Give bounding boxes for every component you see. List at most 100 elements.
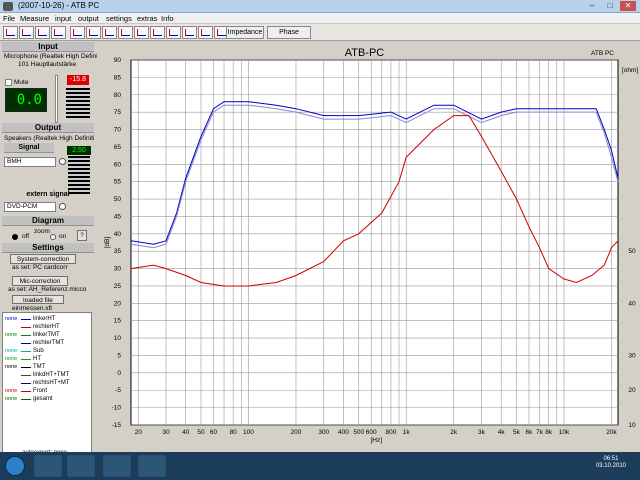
graph-view-5-icon[interactable] bbox=[150, 26, 165, 39]
taskbar-folder-icon[interactable] bbox=[34, 455, 62, 477]
measure-icon[interactable] bbox=[70, 26, 85, 39]
menu-bar: File Measure input output settings extra… bbox=[0, 13, 640, 24]
legend-item[interactable]: none gesamt bbox=[3, 396, 93, 403]
legend-label: TMT bbox=[33, 364, 46, 370]
mic-correction-value: as set: AH_Referenz.micco bbox=[8, 286, 87, 293]
legend-label: Front bbox=[33, 388, 48, 394]
menu-info[interactable]: Info bbox=[161, 14, 174, 23]
legend-state: none bbox=[5, 388, 18, 394]
y-axis-label: [dB] bbox=[104, 237, 111, 249]
plot-area bbox=[130, 59, 619, 426]
legend-swatch bbox=[21, 375, 31, 376]
y-tick-label: 0 bbox=[117, 370, 121, 377]
start-button[interactable] bbox=[5, 456, 25, 476]
minimize-button[interactable]: – bbox=[584, 1, 600, 11]
zoom-on-radio[interactable] bbox=[50, 234, 56, 240]
legend-swatch bbox=[21, 327, 31, 328]
extern-signal-radio[interactable] bbox=[59, 203, 66, 210]
signal-radio[interactable] bbox=[59, 158, 66, 165]
legend-item[interactable]: none Sub bbox=[3, 348, 93, 355]
input-device[interactable]: Microphone (Realtek High Defini bbox=[4, 53, 98, 60]
system-correction-value: as set: PC cardcorr bbox=[12, 264, 68, 271]
close-button[interactable]: ✕ bbox=[620, 1, 636, 11]
maximize-button[interactable]: □ bbox=[602, 1, 618, 11]
legend-item[interactable]: none TMT bbox=[3, 364, 93, 371]
legend-label: linkerHT bbox=[33, 316, 56, 322]
y-tick-label: 80 bbox=[114, 92, 122, 99]
graph-view-4-icon[interactable] bbox=[134, 26, 149, 39]
legend-item[interactable]: rechterTMT bbox=[3, 340, 93, 347]
legend-item[interactable]: rechtsHT+MT bbox=[3, 380, 93, 387]
legend-swatch bbox=[21, 351, 31, 352]
zoom-off-radio[interactable] bbox=[12, 234, 18, 240]
loaded-file-button[interactable]: loaded file bbox=[12, 295, 64, 304]
input-gain-slider[interactable] bbox=[66, 88, 90, 118]
menu-measure[interactable]: Measure bbox=[20, 14, 49, 23]
menu-file[interactable]: File bbox=[3, 14, 15, 23]
legend-item[interactable]: none Front bbox=[3, 388, 93, 395]
x-tick-label: 300 bbox=[318, 429, 329, 436]
open-icon[interactable] bbox=[19, 26, 34, 39]
mute-checkbox[interactable] bbox=[5, 79, 12, 86]
legend-item[interactable]: none linkerTMT bbox=[3, 332, 93, 339]
y-tick-label: 35 bbox=[114, 248, 122, 255]
phase-button[interactable]: Phase bbox=[267, 26, 311, 39]
y-tick-label: 5 bbox=[117, 352, 121, 359]
graph-view-1-icon[interactable] bbox=[86, 26, 101, 39]
zoom-label: zoom bbox=[34, 228, 50, 235]
legend-swatch bbox=[21, 319, 31, 320]
print-icon[interactable] bbox=[51, 26, 66, 39]
new-icon[interactable] bbox=[3, 26, 18, 39]
graph-view-7-icon[interactable] bbox=[182, 26, 197, 39]
legend-item[interactable]: linkdHT+TMT bbox=[3, 372, 93, 379]
y-tick-label: 75 bbox=[114, 109, 122, 116]
help-button[interactable]: ? bbox=[77, 230, 87, 241]
menu-settings[interactable]: settings bbox=[106, 14, 132, 23]
output-device[interactable]: Speakers (Realtek High Definiti bbox=[4, 135, 94, 142]
x-axis-label: [Hz] bbox=[370, 437, 382, 444]
x-tick-label: 6k bbox=[526, 429, 534, 436]
right-tick-label: 40 bbox=[628, 300, 636, 307]
menu-input[interactable]: input bbox=[55, 14, 71, 23]
toolbar: Impedance Phase bbox=[0, 24, 640, 41]
menu-extras[interactable]: extras bbox=[137, 14, 157, 23]
legend-item[interactable]: none HT bbox=[3, 356, 93, 363]
y-tick-label: 55 bbox=[114, 179, 122, 186]
legend-label: gesamt bbox=[33, 396, 53, 402]
taskbar-atb-icon[interactable] bbox=[103, 455, 131, 477]
mute-label: Mute bbox=[14, 79, 29, 86]
clock-time: 06:51 bbox=[603, 456, 619, 462]
legend-swatch bbox=[21, 367, 31, 368]
legend-item[interactable]: rechterHT bbox=[3, 324, 93, 331]
y-tick-label: 85 bbox=[114, 74, 122, 81]
save-icon[interactable] bbox=[35, 26, 50, 39]
legend-state: none bbox=[5, 348, 18, 354]
chart-corner-label: ATB PC bbox=[591, 50, 614, 57]
output-level-slider[interactable] bbox=[68, 156, 90, 194]
taskbar-media-icon[interactable] bbox=[67, 455, 95, 477]
menu-output[interactable]: output bbox=[78, 14, 99, 23]
input-section-title: Input bbox=[2, 42, 94, 52]
y-tick-label: 10 bbox=[114, 335, 122, 342]
frequency-response-chart: 90 85 80 75 70 65 60 55 50 45 40 35 30 25 20 15 10 5 0 -5 -1… bbox=[97, 42, 640, 452]
legend-item[interactable]: none linkerHT bbox=[3, 316, 93, 323]
y-tick-label: 25 bbox=[114, 283, 122, 290]
x-tick-label: 1k bbox=[403, 429, 411, 436]
x-tick-label: 3k bbox=[478, 429, 486, 436]
y-tick-label: 60 bbox=[114, 161, 122, 168]
legend-swatch bbox=[21, 343, 31, 344]
mic-correction-button[interactable]: Mic-correction bbox=[12, 276, 68, 286]
x-tick-label: 8k bbox=[545, 429, 553, 436]
graph-view-3-icon[interactable] bbox=[118, 26, 133, 39]
signal-select[interactable]: BMH bbox=[4, 157, 56, 167]
x-tick-label: 800 bbox=[386, 429, 397, 436]
system-correction-button[interactable]: System-correction bbox=[10, 254, 76, 264]
graph-view-6-icon[interactable] bbox=[166, 26, 181, 39]
input-gain-display: -15.8 bbox=[67, 75, 89, 85]
graph-view-8-icon[interactable] bbox=[198, 26, 213, 39]
extern-signal-select[interactable]: DVD-PCM bbox=[4, 202, 56, 212]
y-tick-label: 45 bbox=[114, 213, 122, 220]
taskbar-paint-icon[interactable] bbox=[138, 455, 166, 477]
graph-view-2-icon[interactable] bbox=[102, 26, 117, 39]
impedance-button[interactable]: Impedance bbox=[226, 26, 264, 39]
